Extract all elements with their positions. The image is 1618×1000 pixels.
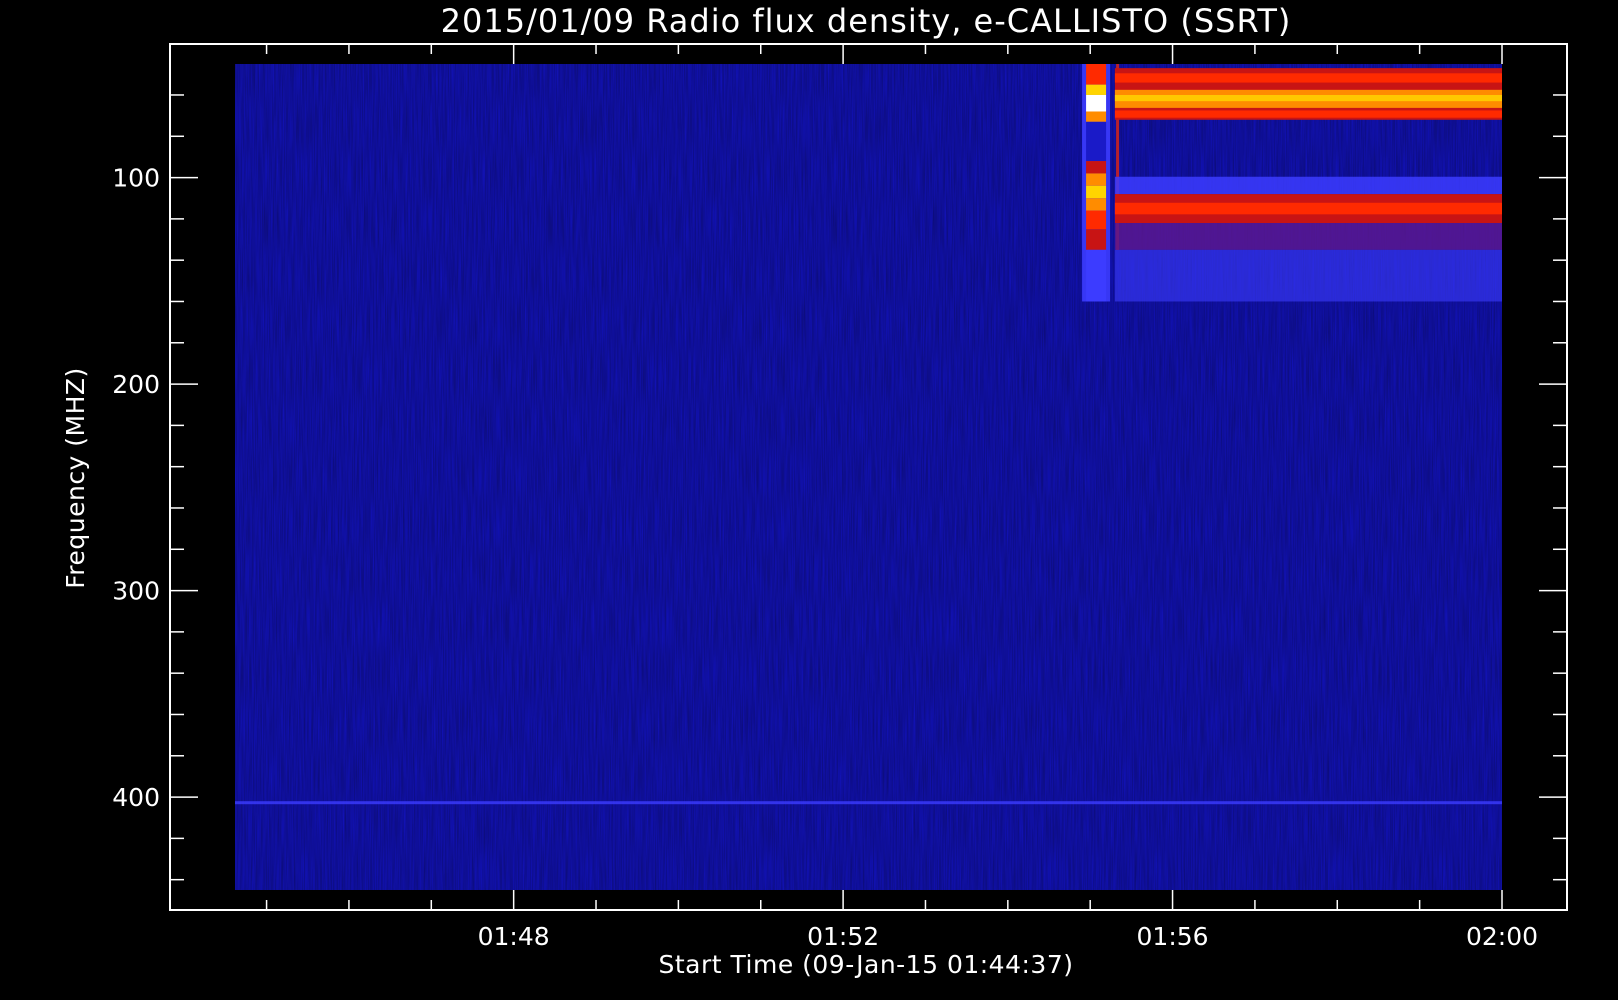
- x-tick-label: 01:56: [1137, 922, 1209, 951]
- burst-segment: [1086, 173, 1107, 186]
- band-stripe: [1114, 110, 1502, 118]
- burst-segment: [1086, 185, 1107, 199]
- spectrogram-figure: 2015/01/09 Radio flux density, e-CALLIST…: [61, 2, 1568, 979]
- burst-segment: [1086, 229, 1107, 250]
- spectrogram-heatmap: [235, 64, 1502, 890]
- y-tick-label: 100: [112, 164, 160, 193]
- band-base: [1114, 223, 1502, 250]
- emission-band: [1114, 223, 1502, 302]
- band-stripe: [1114, 73, 1502, 83]
- y-tick-label: 300: [112, 577, 160, 606]
- band-stripe: [1114, 94, 1502, 102]
- burst-segment: [1086, 161, 1107, 174]
- burst-segment: [1086, 94, 1107, 112]
- emission-band: [1114, 176, 1502, 224]
- band-stripe: [1114, 202, 1502, 215]
- x-axis-label: Start Time (09-Jan-15 01:44:37): [659, 950, 1074, 979]
- band-halo: [1114, 176, 1502, 195]
- y-tick-label: 200: [112, 370, 160, 399]
- burst-segment: [1086, 210, 1107, 230]
- chart-title: 2015/01/09 Radio flux density, e-CALLIST…: [441, 2, 1292, 40]
- x-tick-label: 02:00: [1466, 922, 1538, 951]
- burst-segment: [1086, 121, 1107, 162]
- burst-segment: [1086, 84, 1107, 95]
- emission-band: [1114, 68, 1502, 120]
- emission-band: [235, 801, 1502, 805]
- x-tick-label: 01:52: [807, 922, 879, 951]
- narrowband-line: [235, 801, 1502, 805]
- burst-segment: [1086, 64, 1107, 85]
- y-axis-label: Frequency (MHZ): [61, 367, 90, 589]
- burst-segment: [1086, 111, 1107, 122]
- band-halo: [1114, 249, 1502, 302]
- burst-segment: [1086, 198, 1107, 211]
- x-tick-label: 01:48: [478, 922, 550, 951]
- burst-segment: [1086, 249, 1107, 302]
- y-tick-label: 400: [112, 783, 160, 812]
